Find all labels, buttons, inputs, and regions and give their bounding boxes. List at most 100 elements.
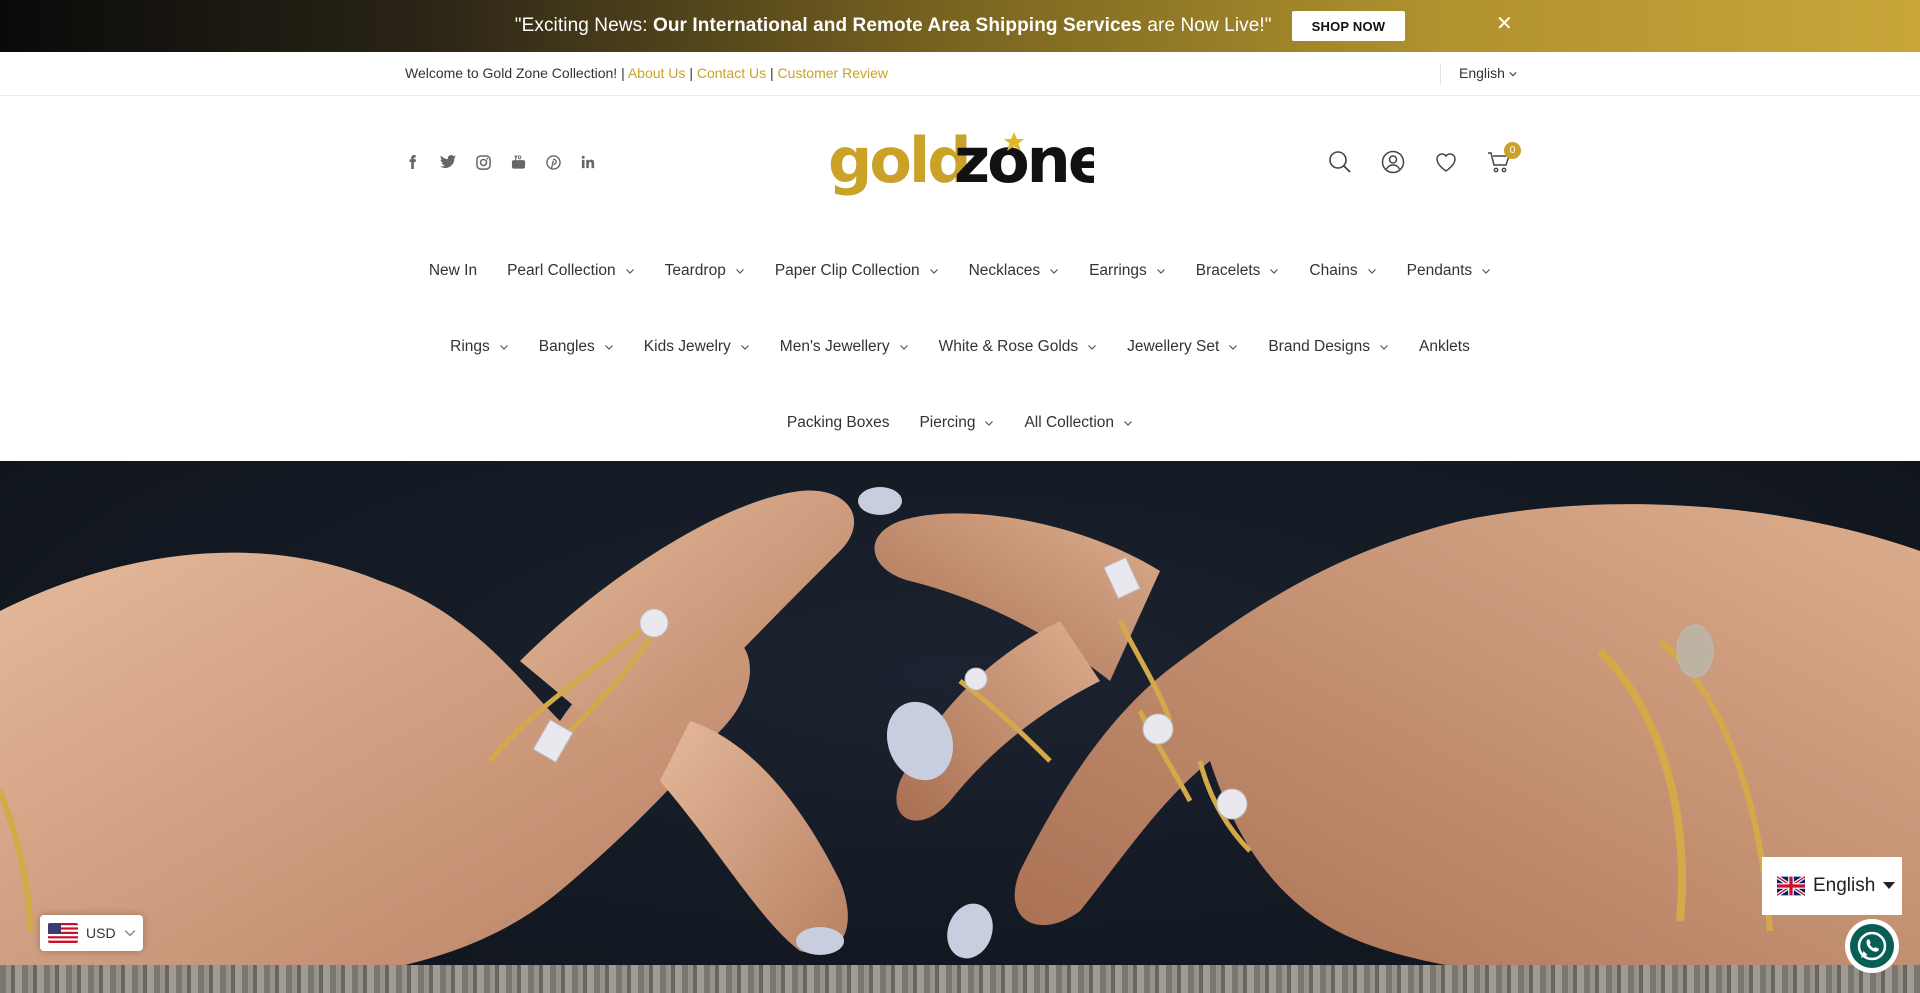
search-icon[interactable] [1328,150,1352,174]
nav-item-label: Pearl Collection [507,262,616,279]
hero-banner[interactable] [0,461,1920,993]
nav-item-new-in[interactable]: New In [429,262,477,280]
chevron-down-icon [1229,345,1238,350]
nav-item-label: New In [428,262,478,279]
nav-item-label: Packing Boxes [786,414,890,431]
nav-item-brand-designs[interactable]: Brand Designs [1268,338,1389,356]
logo-text-zone: zone [954,128,1094,197]
nav-item-packing-boxes[interactable]: Packing Boxes [787,414,890,432]
currency-code: USD [86,925,116,941]
cart-icon[interactable]: 0 [1487,142,1521,174]
pinterest-icon[interactable] [544,153,562,171]
chevron-down-icon [735,269,744,274]
customer-review-link[interactable]: Customer Review [778,65,888,81]
twitter-icon[interactable] [439,153,457,171]
nav-item-bracelets[interactable]: Bracelets [1196,262,1280,280]
instagram-icon[interactable] [474,153,492,171]
nav-item-label: Men's Jewellery [779,338,890,355]
nav-item-rings[interactable]: Rings [450,338,509,356]
nav-item-mens-jewellery[interactable]: Men's Jewellery [780,338,909,356]
whatsapp-button[interactable] [1845,919,1899,973]
nav-item-white-and-rose-golds[interactable]: White & Rose Golds [939,338,1098,356]
announcement-text: "Exciting News: Our International and Re… [515,15,1272,37]
caret-down-icon [1883,882,1896,889]
nav-item-jewellery-set[interactable]: Jewellery Set [1127,338,1238,356]
utility-links: Welcome to Gold Zone Collection! | About… [405,65,888,81]
nav-row: New In Pearl Collection Teardrop Paper Clip… [0,262,1920,280]
chevron-down-icon [740,345,749,350]
nav-row: Rings Bangles Kids Jewelry Men's Jewellery W… [0,338,1920,356]
close-announcement-icon[interactable]: ✕ [1496,13,1514,35]
nav-item-pendants[interactable]: Pendants [1407,262,1492,280]
cart-count-badge: 0 [1504,142,1521,159]
language-switcher[interactable]: English [1762,857,1902,915]
wishlist-icon[interactable] [1434,150,1458,174]
goldzone-logo[interactable]: gold zone [828,128,1094,202]
chevron-down-icon [1380,345,1388,350]
nav-item-necklaces[interactable]: Necklaces [969,262,1060,280]
separator: | [769,65,774,81]
chevron-down-icon [1088,345,1097,350]
chevron-down-icon [1050,269,1059,274]
nav-item-label: Bracelets [1195,262,1261,279]
nav-item-piercing[interactable]: Piercing [919,414,994,432]
nav-item-label: Kids Jewelry [643,338,731,355]
nav-item-earrings[interactable]: Earrings [1089,262,1166,280]
nav-item-kids-jewelry[interactable]: Kids Jewelry [644,338,750,356]
separator: | [689,65,693,81]
chevron-down-icon [1509,72,1517,77]
nav-item-anklets[interactable]: Anklets [1419,338,1470,356]
nav-item-label: Necklaces [968,262,1041,279]
chevron-down-icon [1124,421,1132,426]
nav-item-paper-clip-collection[interactable]: Paper Clip Collection [775,262,939,280]
chevron-down-icon [124,930,135,937]
utility-bar: Welcome to Gold Zone Collection! | About… [0,52,1920,96]
chevron-down-icon [1367,269,1376,274]
about-us-link[interactable]: About Us [628,65,686,81]
nav-item-chains[interactable]: Chains [1309,262,1376,280]
divider [1440,64,1441,84]
nav-item-label: Rings [450,338,490,355]
youtube-icon[interactable] [509,153,527,171]
currency-switcher[interactable]: USD [40,915,143,951]
language-dropdown[interactable]: English [1459,65,1517,81]
shop-now-button[interactable]: SHOP NOW [1291,11,1406,41]
contact-us-link[interactable]: Contact Us [697,65,766,81]
nav-item-teardrop[interactable]: Teardrop [665,262,745,280]
facebook-icon[interactable] [404,153,422,171]
chevron-down-icon [1270,269,1279,274]
us-flag-icon [48,923,78,943]
chevron-down-icon [604,345,613,350]
nav-item-pearl-collection[interactable]: Pearl Collection [507,262,635,280]
announcement-suffix: are Now Live!" [1141,15,1272,36]
hero-image [0,487,1920,984]
nav-item-label: Earrings [1089,262,1147,279]
social-links [404,153,597,171]
logo-text-gold: gold [828,128,969,197]
announcement-bar: "Exciting News: Our International and Re… [0,0,1920,52]
nav-item-label: Paper Clip Collection [774,262,920,279]
nav-item-all-collection[interactable]: All Collection [1024,414,1133,432]
language-switcher-label: English [1813,875,1876,896]
stone-ledge [0,965,1920,993]
uk-flag-icon [1777,876,1805,896]
header-actions: 0 [1328,142,1521,174]
nav-item-label: Jewellery Set [1127,338,1220,355]
nav-item-label: Anklets [1419,338,1470,355]
chevron-down-icon [625,269,634,274]
nav-item-label: Chains [1309,262,1358,279]
chevron-down-icon [985,421,994,426]
announcement-highlight: Our International and Remote Area Shippi… [652,15,1142,36]
nav-item-label: Teardrop [664,262,726,279]
nav-item-label: Piercing [919,414,976,431]
whatsapp-icon [1850,924,1894,968]
account-icon[interactable] [1381,150,1405,174]
announcement-prefix: "Exciting News: [514,15,653,36]
nav-item-bangles[interactable]: Bangles [539,338,614,356]
language-label: English [1459,65,1505,81]
nav-row: Packing Boxes Piercing All Collection [0,414,1920,432]
chevron-down-icon [499,345,508,350]
welcome-text: Welcome to Gold Zone Collection! | [405,65,625,81]
linkedin-icon[interactable] [579,153,597,171]
nav-item-label: Brand Designs [1268,338,1370,355]
